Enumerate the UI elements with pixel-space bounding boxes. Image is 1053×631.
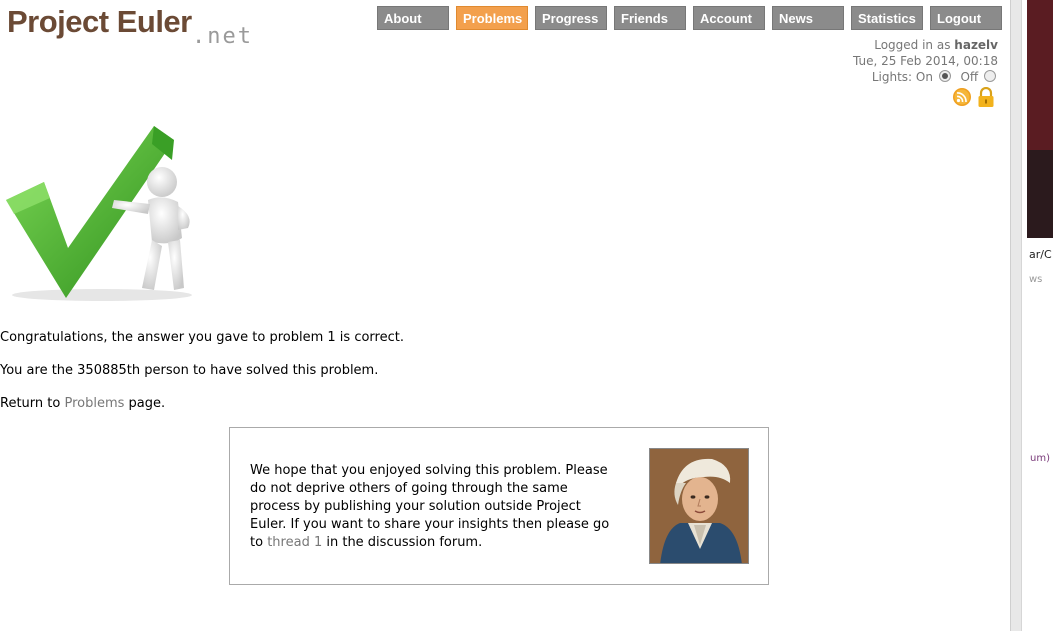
nav-friends[interactable]: Friends [614,6,686,30]
background-window-peek: ar/C ws um) [1022,0,1053,631]
logged-in-line: Logged in as hazelv [853,37,998,53]
peek-text-1: ar/C [1029,248,1052,261]
logged-in-label: Logged in as [874,38,951,52]
user-info: Logged in as hazelv Tue, 25 Feb 2014, 00… [853,37,998,85]
euler-portrait [649,448,749,564]
congrats-message: Congratulations, the answer you gave to … [0,330,404,345]
logo-text: Project Euler [7,4,192,39]
nav-news[interactable]: News [772,6,844,30]
lights-on-radio[interactable] [938,70,951,82]
lights-label: Lights: [871,70,913,84]
current-datetime: Tue, 25 Feb 2014, 00:18 [852,54,998,68]
forum-notice-end: in the discussion forum. [326,535,483,550]
problems-link[interactable]: Problems [64,396,124,411]
lights-off-radio[interactable] [984,70,996,82]
page: Project Euler .net About Problems Progre… [0,0,1010,631]
nav-account[interactable]: Account [693,6,765,30]
lights-on-label: On [915,70,933,84]
return-prefix: Return to [0,396,61,411]
forum-notice-box: We hope that you enjoyed solving this pr… [229,427,769,585]
logo-suffix: .net [192,24,253,49]
header-icons [953,86,997,113]
nav-progress[interactable]: Progress [535,6,607,30]
return-suffix: page. [128,396,166,411]
page-scrollbar[interactable] [1010,0,1022,631]
nav-problems[interactable]: Problems [456,6,528,30]
site-logo[interactable]: Project Euler .net [7,4,251,49]
return-line: Return to Problems page. [0,396,404,412]
forum-notice-text: We hope that you enjoyed solving this pr… [250,462,620,552]
lock-icon[interactable] [978,86,994,107]
result-section: Congratulations, the answer you gave to … [0,330,404,429]
lights-off-label: Off [960,70,979,84]
rss-icon[interactable] [953,88,971,106]
success-image [2,120,202,309]
username: hazelv [954,38,998,52]
lights-toggle: Lights: On Off [853,69,998,85]
solver-rank: You are the 350885th person to have solv… [0,363,379,378]
background-window-banner [1027,0,1053,150]
nav-about[interactable]: About [377,6,449,30]
nav-statistics[interactable]: Statistics [851,6,923,30]
peek-text-2: ws [1029,274,1043,285]
thread-link[interactable]: thread 1 [267,535,322,550]
nav-logout[interactable]: Logout [930,6,1002,30]
peek-text-3: um) [1030,453,1050,464]
